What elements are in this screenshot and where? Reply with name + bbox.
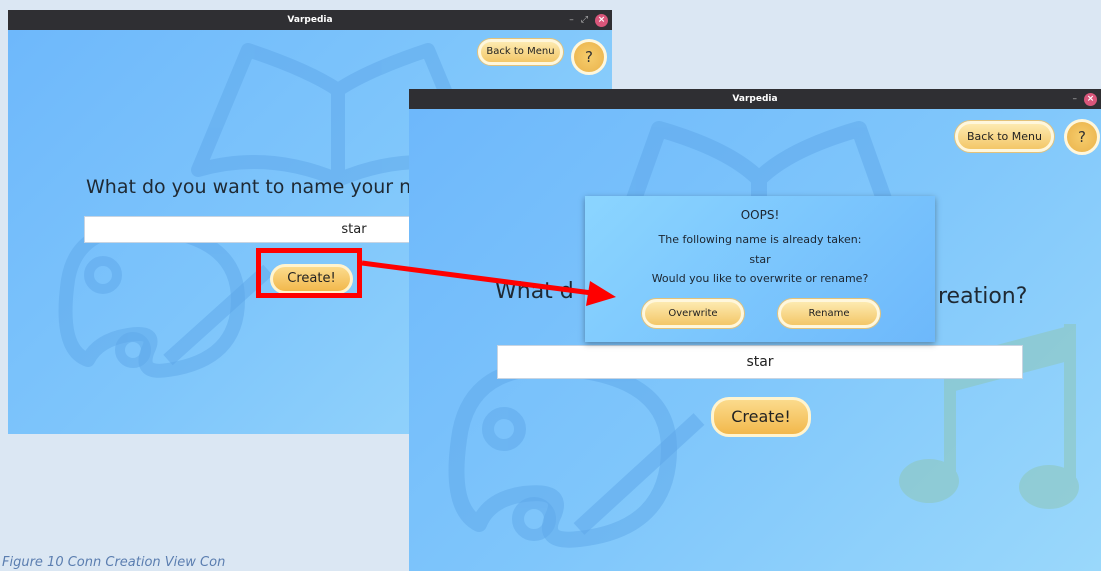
front-window-titlebar: Varpedia – × bbox=[409, 89, 1101, 109]
name-question-right: reation? bbox=[938, 284, 1028, 309]
dialog-title: OOPS! bbox=[740, 208, 780, 222]
back-window-title: Varpedia bbox=[287, 15, 333, 25]
help-button[interactable]: ? bbox=[1064, 119, 1100, 155]
name-input[interactable]: star bbox=[497, 345, 1023, 379]
front-window-title: Varpedia bbox=[732, 94, 778, 104]
dialog-message: The following name is already taken: bbox=[658, 233, 862, 246]
figure-caption: Figure 10 Conn Creation View Con bbox=[2, 555, 226, 570]
close-icon[interactable]: × bbox=[1084, 92, 1097, 106]
minimize-icon[interactable]: – bbox=[569, 10, 574, 30]
name-taken-dialog: OOPS! The following name is already take… bbox=[585, 196, 935, 342]
maximize-icon[interactable]: ⤢ bbox=[581, 10, 588, 30]
close-icon[interactable]: × bbox=[595, 13, 608, 27]
name-question-left: What d bbox=[495, 279, 574, 304]
create-button[interactable]: Create! bbox=[711, 397, 811, 437]
dialog-taken-name: star bbox=[749, 253, 771, 266]
name-question: What do you want to name your n bbox=[86, 176, 412, 198]
minimize-icon[interactable]: – bbox=[1073, 89, 1078, 109]
dialog-question: Would you like to overwrite or rename? bbox=[651, 272, 869, 285]
back-window-titlebar: Varpedia – ⤢ × bbox=[8, 10, 612, 30]
help-button[interactable]: ? bbox=[571, 39, 607, 75]
palette-icon bbox=[448, 359, 677, 548]
palette-icon bbox=[58, 221, 245, 378]
rename-button[interactable]: Rename bbox=[778, 299, 880, 328]
highlight-box bbox=[256, 248, 362, 298]
overwrite-button[interactable]: Overwrite bbox=[642, 299, 744, 328]
back-to-menu-button[interactable]: Back to Menu bbox=[955, 121, 1054, 152]
back-to-menu-button[interactable]: Back to Menu bbox=[478, 39, 563, 65]
